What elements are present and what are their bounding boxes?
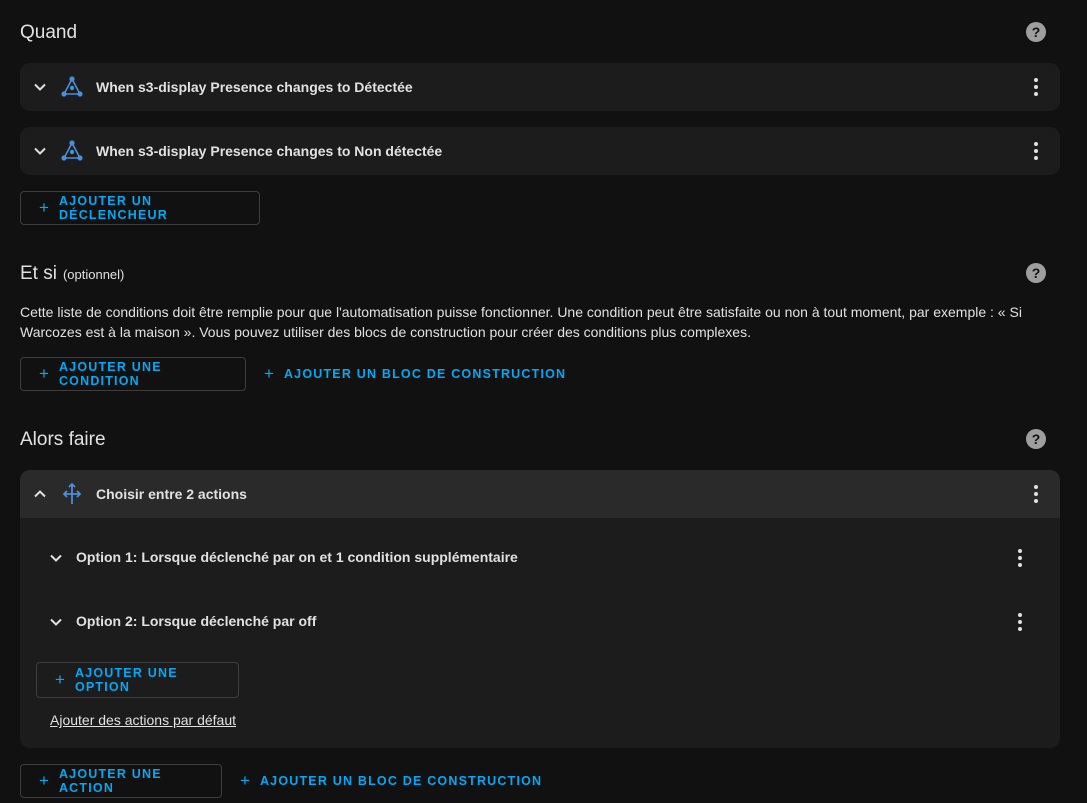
choose-action-label: Choisir entre 2 actions: [96, 486, 247, 502]
dots-vertical-icon[interactable]: [1026, 139, 1046, 163]
plus-icon: +: [39, 198, 49, 217]
plus-icon: +: [39, 771, 49, 790]
add-action-label: AJOUTER UNE ACTION: [58, 767, 162, 795]
plus-icon: +: [39, 364, 49, 383]
actions-title: Alors faire: [20, 429, 106, 450]
plus-icon: +: [55, 670, 65, 689]
trigger-graph-icon: [60, 75, 84, 104]
choose-action-card: Choisir entre 2 actions Option 1: Lorsqu…: [20, 470, 1060, 748]
chevron-up-icon[interactable]: [32, 486, 48, 502]
add-condition-label: AJOUTER UNE CONDITION: [58, 360, 162, 388]
help-icon[interactable]: ?: [1026, 429, 1046, 449]
actions-header: Alors faire: [20, 429, 106, 451]
trigger-card-2[interactable]: When s3-display Presence changes to Non …: [20, 127, 1060, 175]
conditions-header: Et si (optionnel): [20, 263, 124, 285]
add-action-button[interactable]: + AJOUTER UNE ACTION: [20, 764, 222, 798]
plus-icon: +: [264, 364, 274, 383]
option-label: Option 2: Lorsque déclenché par off: [76, 613, 317, 629]
choose-action-header[interactable]: Choisir entre 2 actions: [20, 470, 1060, 518]
dots-vertical-icon[interactable]: [1010, 546, 1030, 570]
triggers-title: Quand: [20, 22, 78, 43]
chevron-down-icon[interactable]: [32, 143, 48, 159]
conditions-title: Et si: [20, 263, 57, 284]
trigger-label: When s3-display Presence changes to Non …: [96, 143, 443, 159]
add-condition-block-button[interactable]: + AJOUTER UN BLOC DE CONSTRUCTION: [264, 357, 566, 391]
add-trigger-button[interactable]: + AJOUTER UN DÉCLENCHEUR: [20, 191, 260, 225]
help-icon[interactable]: ?: [1026, 22, 1046, 42]
dots-vertical-icon[interactable]: [1026, 75, 1046, 99]
add-condition-block-label: AJOUTER UN BLOC DE CONSTRUCTION: [283, 367, 567, 381]
conditions-subtitle: (optionnel): [62, 267, 125, 282]
choose-arrows-icon: [60, 482, 84, 511]
add-trigger-label: AJOUTER UN DÉCLENCHEUR: [58, 194, 168, 222]
trigger-graph-icon: [60, 139, 84, 168]
chevron-down-icon[interactable]: [48, 550, 64, 566]
triggers-header: Quand: [20, 22, 77, 44]
dots-vertical-icon[interactable]: [1010, 610, 1030, 634]
option-label: Option 1: Lorsque déclenché par on et 1 …: [76, 549, 518, 565]
conditions-description: Cette liste de conditions doit être remp…: [20, 304, 1022, 340]
help-icon[interactable]: ?: [1026, 263, 1046, 283]
add-option-button[interactable]: + AJOUTER UNE OPTION: [36, 662, 239, 698]
add-action-block-button[interactable]: + AJOUTER UN BLOC DE CONSTRUCTION: [240, 764, 542, 798]
plus-icon: +: [240, 771, 250, 790]
add-default-actions-link[interactable]: Ajouter des actions par défaut: [50, 712, 236, 728]
chevron-down-icon[interactable]: [32, 79, 48, 95]
chevron-down-icon[interactable]: [48, 614, 64, 630]
trigger-card-1[interactable]: When s3-display Presence changes to Déte…: [20, 63, 1060, 111]
dots-vertical-icon[interactable]: [1026, 482, 1046, 506]
add-option-label: AJOUTER UNE OPTION: [74, 666, 178, 694]
add-condition-button[interactable]: + AJOUTER UNE CONDITION: [20, 357, 246, 391]
trigger-label: When s3-display Presence changes to Déte…: [96, 79, 413, 95]
add-action-block-label: AJOUTER UN BLOC DE CONSTRUCTION: [259, 774, 543, 788]
